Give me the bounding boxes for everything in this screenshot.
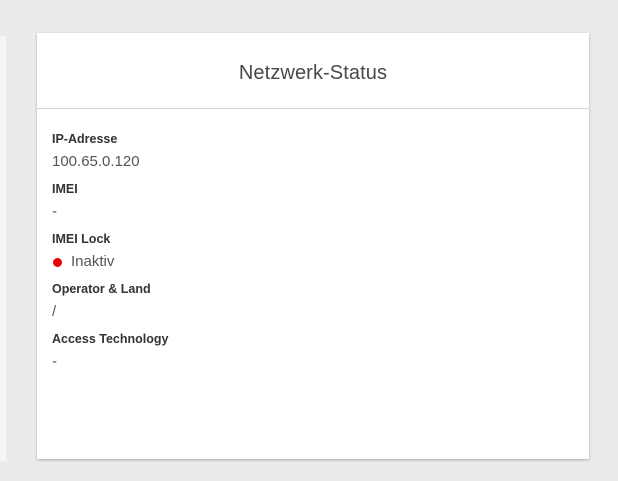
field-value: 100.65.0.120 bbox=[52, 152, 589, 172]
card-header: Netzwerk-Status bbox=[37, 33, 589, 109]
field-access-technology: Access Technology - bbox=[52, 331, 589, 372]
card-title: Netzwerk-Status bbox=[238, 62, 388, 84]
field-imei-lock: IMEI Lock Inaktiv bbox=[52, 231, 589, 272]
imei-value: - bbox=[52, 203, 57, 220]
imei-lock-value: Inaktiv bbox=[71, 253, 115, 270]
field-label: IP-Adresse bbox=[52, 132, 118, 146]
field-ip-address: IP-Adresse 100.65.0.120 bbox=[52, 131, 589, 172]
field-value: - bbox=[52, 352, 589, 372]
field-label: IMEI Lock bbox=[52, 232, 111, 246]
network-status-card: Netzwerk-Status IP-Adresse 100.65.0.120 … bbox=[37, 33, 589, 459]
field-imei: IMEI - bbox=[52, 181, 589, 222]
side-panel-edge bbox=[0, 36, 6, 461]
access-technology-value: - bbox=[52, 353, 57, 370]
field-label: Access Technology bbox=[52, 332, 169, 346]
field-label: IMEI bbox=[52, 182, 78, 196]
field-value: Inaktiv bbox=[52, 252, 589, 272]
operator-country-value: / bbox=[52, 303, 57, 320]
ip-address-value: 100.65.0.120 bbox=[52, 153, 140, 170]
card-body: IP-Adresse 100.65.0.120 IMEI - IMEI Lock… bbox=[37, 109, 589, 372]
status-dot-icon bbox=[53, 257, 62, 267]
field-value: - bbox=[52, 202, 589, 222]
field-value: / bbox=[52, 302, 589, 322]
field-label: Operator & Land bbox=[52, 282, 151, 296]
field-operator-country: Operator & Land / bbox=[52, 281, 589, 322]
